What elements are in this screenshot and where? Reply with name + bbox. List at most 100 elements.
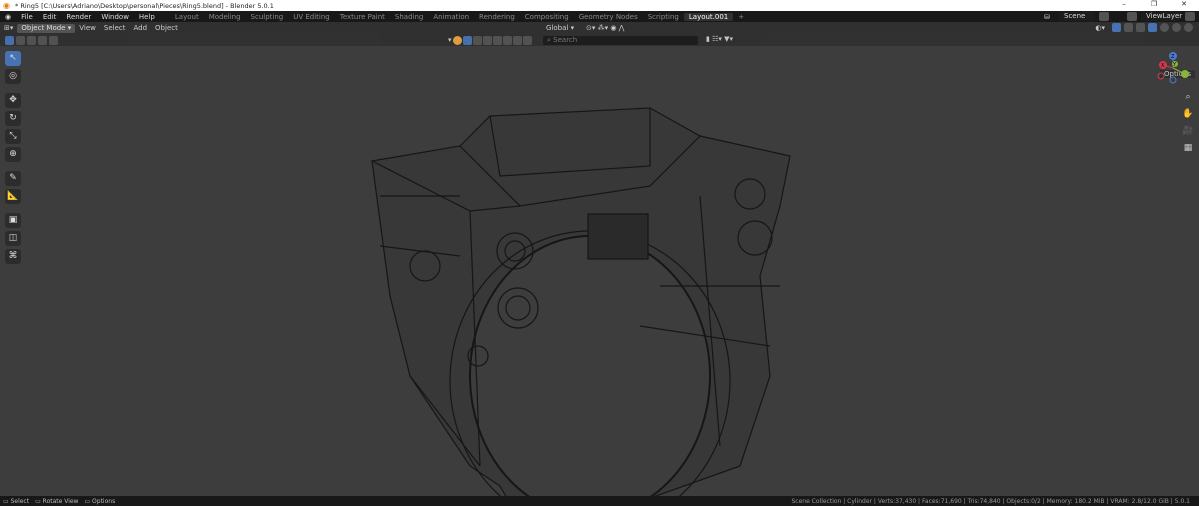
close-button[interactable]: ✕: [1169, 0, 1199, 8]
blender-menu-icon[interactable]: ◉: [0, 13, 16, 21]
scene-icon[interactable]: ⛁: [1039, 13, 1055, 21]
xray-toggle-icon[interactable]: [1136, 23, 1145, 32]
mesh-filter-icon[interactable]: [462, 36, 472, 45]
view-layer-field[interactable]: ViewLayer: [1141, 12, 1182, 21]
tab-texture-paint[interactable]: Texture Paint: [335, 13, 390, 21]
window-title: * Ring5 [C:\Users\Adriano\Desktop\person…: [15, 1, 274, 10]
select-extend-icon[interactable]: [16, 36, 25, 45]
select-intersect-icon[interactable]: [49, 36, 58, 45]
tab-layout[interactable]: Layout: [170, 13, 204, 21]
menu-render[interactable]: Render: [61, 13, 96, 21]
tab-layout-001[interactable]: Layout.001: [683, 12, 734, 21]
geometry-nodes-tool-icon[interactable]: ⌘: [5, 249, 21, 264]
tab-uv-editing[interactable]: UV Editing: [288, 13, 335, 21]
filter-chevron-icon[interactable]: ▾: [448, 36, 452, 45]
blender-logo-icon: ◉: [3, 1, 10, 10]
transform-tool-icon[interactable]: ⊕: [5, 147, 21, 162]
status-options-label: Options: [92, 497, 116, 505]
annotate-tool-icon[interactable]: ✎: [5, 171, 21, 186]
camera-filter-icon[interactable]: [502, 36, 512, 45]
pan-hand-icon[interactable]: ✋: [1180, 107, 1196, 122]
rotate-tool-icon[interactable]: ↻: [5, 111, 21, 126]
material-shading-icon[interactable]: [1172, 23, 1181, 32]
select-subtract-icon[interactable]: [27, 36, 36, 45]
status-select: ▭ Select: [3, 497, 30, 505]
other-filter-icon[interactable]: [522, 36, 532, 45]
menu-file[interactable]: File: [16, 13, 38, 21]
tab-shading[interactable]: Shading: [390, 13, 428, 21]
visibility-icon[interactable]: ◐▾: [1091, 24, 1109, 32]
gizmo-y-axis[interactable]: [1181, 70, 1189, 78]
orientation-dropdown[interactable]: Global ▾: [542, 24, 578, 32]
empty-filter-icon[interactable]: [512, 36, 522, 45]
tab-sculpting[interactable]: Sculpting: [246, 13, 289, 21]
scale-tool-icon[interactable]: ⤡: [5, 129, 21, 144]
tab-animation[interactable]: Animation: [428, 13, 474, 21]
select-tool-icon[interactable]: ↖: [5, 51, 21, 66]
mode-label: Object Mode: [21, 23, 66, 32]
new-scene-icon[interactable]: [1099, 12, 1109, 21]
gizmo-toggle-icon[interactable]: [1112, 23, 1121, 32]
editor-type-icon[interactable]: ⊞▾: [0, 24, 17, 32]
scene-field[interactable]: Scene: [1059, 12, 1095, 21]
bookmark-filter-icon[interactable]: ▮ ☷▾ ▼▾: [706, 35, 733, 43]
viewport-header: ⊞▾ Object Mode ▾ View Select Add Object …: [0, 22, 1199, 34]
mode-dropdown[interactable]: Object Mode ▾: [17, 23, 76, 33]
viewport-nav-buttons: ⌕ ✋ 🎥 ▦: [1180, 90, 1196, 156]
search-input[interactable]: ⌕ Search: [543, 36, 698, 45]
tab-geometry-nodes[interactable]: Geometry Nodes: [574, 13, 643, 21]
tab-compositing[interactable]: Compositing: [520, 13, 574, 21]
gizmo-neg-z-axis[interactable]: [1169, 76, 1177, 84]
cursor-tool-icon[interactable]: ◎: [5, 69, 21, 84]
add-object-tool-icon[interactable]: ◫: [5, 231, 21, 246]
curve-filter-icon[interactable]: [472, 36, 482, 45]
object-type-icon[interactable]: [452, 36, 462, 45]
move-tool-icon[interactable]: ✥: [5, 93, 21, 108]
select-box-mode-icon[interactable]: [5, 36, 14, 45]
gizmo-neg-x-axis[interactable]: [1157, 72, 1165, 80]
title-bar: ◉ * Ring5 [C:\Users\Adriano\Desktop\pers…: [0, 0, 1199, 11]
tool-shelf: ↖ ◎ ✥ ↻ ⤡ ⊕ ✎ 📐 ▣ ◫ ⌘: [5, 51, 21, 264]
surface-filter-icon[interactable]: [482, 36, 492, 45]
pivot-icon[interactable]: ⊙▾ ⁂▾ ◉ ⋀: [582, 24, 628, 32]
add-workspace-button[interactable]: +: [733, 13, 749, 21]
minimize-button[interactable]: –: [1109, 0, 1139, 8]
measure-tool-icon[interactable]: 📐: [5, 189, 21, 204]
perspective-grid-icon[interactable]: ▦: [1180, 141, 1196, 156]
ring-wireframe-model: [371, 107, 791, 506]
tab-modeling[interactable]: Modeling: [204, 13, 246, 21]
menu-help[interactable]: Help: [134, 13, 160, 21]
new-view-layer-icon[interactable]: [1185, 12, 1195, 21]
3d-viewport[interactable]: [0, 46, 1199, 506]
add-cube-tool-icon[interactable]: ▣: [5, 213, 21, 228]
navigation-gizmo[interactable]: Z X Y: [1155, 50, 1191, 86]
status-rotate: ▭ Rotate View: [35, 497, 79, 505]
menu-add[interactable]: Add: [129, 24, 151, 32]
gizmo-z-label: Z: [1171, 54, 1175, 60]
status-bar: ▭ Select ▭ Rotate View ▭ Options Scene C…: [0, 496, 1199, 506]
scene-statistics: Scene Collection | Cylinder | Verts:37,4…: [791, 497, 1190, 505]
tab-rendering[interactable]: Rendering: [474, 13, 520, 21]
top-bar: ◉ File Edit Render Window Help Layout Mo…: [0, 11, 1199, 22]
menu-edit[interactable]: Edit: [38, 13, 62, 21]
rendered-shading-icon[interactable]: [1184, 23, 1193, 32]
orientation-label: Global: [546, 24, 569, 32]
status-rotate-label: Rotate View: [42, 497, 79, 505]
solid-shading-icon[interactable]: [1160, 23, 1169, 32]
search-placeholder: Search: [553, 36, 578, 44]
tab-scripting[interactable]: Scripting: [643, 13, 684, 21]
menu-object[interactable]: Object: [151, 24, 182, 32]
wireframe-shading-icon[interactable]: [1148, 23, 1157, 32]
maximize-button[interactable]: ❐: [1139, 0, 1169, 8]
camera-view-icon[interactable]: 🎥: [1180, 124, 1196, 139]
zoom-icon[interactable]: ⌕: [1180, 90, 1196, 105]
view-layer-icon[interactable]: [1127, 12, 1137, 21]
status-options: ▭ Options: [84, 497, 116, 505]
overlay-toggle-icon[interactable]: [1124, 23, 1133, 32]
status-select-label: Select: [10, 497, 30, 505]
menu-window[interactable]: Window: [96, 13, 134, 21]
light-filter-icon[interactable]: [492, 36, 502, 45]
menu-view[interactable]: View: [75, 24, 100, 32]
select-invert-icon[interactable]: [38, 36, 47, 45]
menu-select[interactable]: Select: [100, 24, 130, 32]
